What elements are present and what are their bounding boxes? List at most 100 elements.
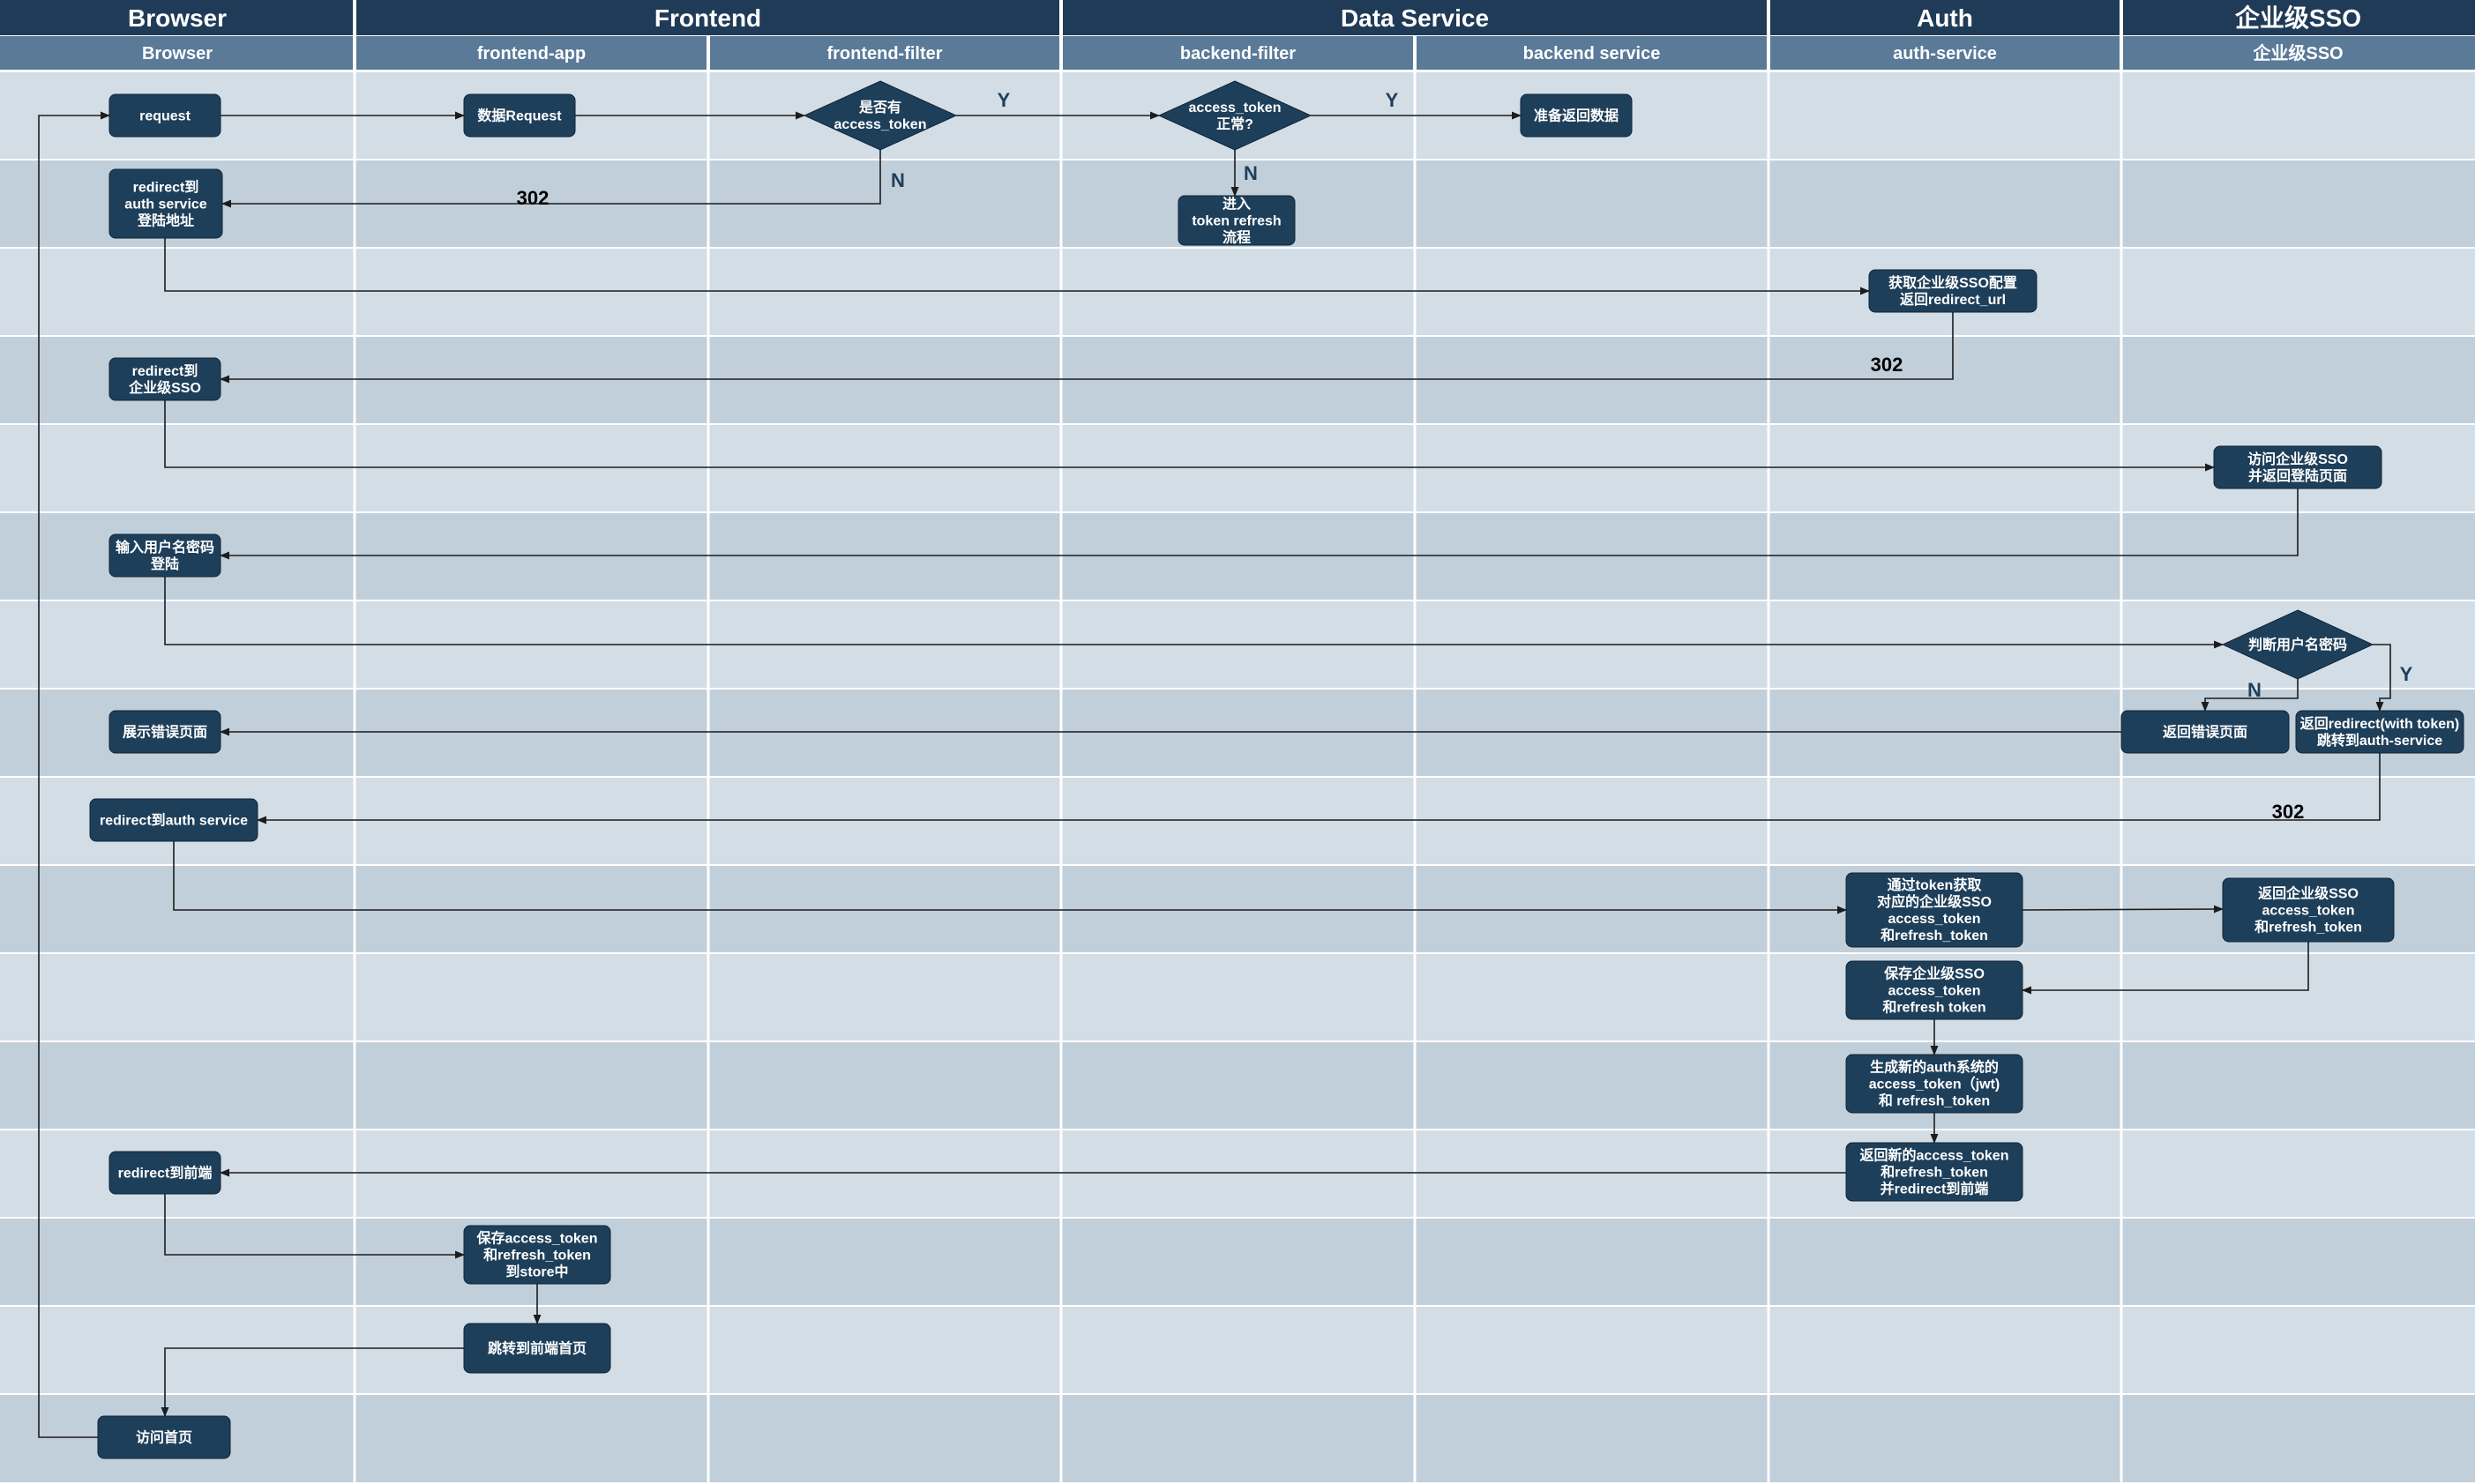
lane-title-backend-filter: backend-filter [1180,44,1296,63]
node-label-line: 对应的企业级SSO [1877,893,1992,910]
group-title-auth: Auth [1917,4,1973,32]
node-label: 访问首页 [136,1429,192,1446]
node-gen-auth-token[interactable]: 生成新的auth系统的 access_token（jwt)和 refresh_to… [1845,1054,2023,1114]
node-input-credentials[interactable]: 输入用户名密码登陆 [108,533,221,578]
node-return-data[interactable]: 准备返回数据 [1520,93,1633,138]
node-goto-home[interactable]: 跳转到前端首页 [463,1323,611,1374]
node-label-line: 返回新的access_token [1860,1147,2009,1164]
node-return-new-token[interactable]: 返回新的access_token 和refresh_token 并redirect到… [1845,1142,2023,1202]
node-label-line: redirect到 [132,363,198,379]
node-redirect-auth[interactable]: redirect到auth service [89,798,258,842]
node-label: 返回新的access_token 和refresh_token 并redirect到… [1860,1147,2009,1197]
group-title-browser: Browser [128,4,227,32]
node-redirect-frontend[interactable]: redirect到前端 [108,1151,221,1195]
swimlane-row-band [0,777,2475,865]
node-label-line: 和refresh_token [483,1247,591,1264]
node-label-line: redirect到 [133,180,199,196]
node-save-store[interactable]: 保存access_token 和refresh_token 到store中 [463,1225,611,1285]
swimlane-row-band [0,1041,2475,1130]
node-label-line: 和refresh_token [2254,919,2362,936]
node-return-sso-token[interactable]: 返回企业级SSO access_token 和refresh_token [2222,877,2395,943]
node-return-error[interactable]: 返回错误页面 [2120,710,2290,754]
node-label-line: 数据Request [477,108,562,124]
node-redirect-auth-login[interactable]: redirect到 auth service 登陆地址 [108,168,223,239]
node-visit-sso[interactable]: 访问企业级SSO 并返回登陆页面 [2213,445,2382,489]
node-label: 跳转到前端首页 [488,1340,587,1357]
http-302-label: 302 [2272,801,2305,823]
node-label-line: 保存企业级SSO [1883,966,1985,982]
node-label-line: 生成新的auth系统的 [1870,1059,1999,1076]
node-label-line: 访问首页 [136,1429,192,1446]
node-label-line: 展示错误页面 [123,724,207,741]
swimlane-row-band [0,1394,2475,1482]
group-title-sso: 企业级SSO [2235,4,2361,32]
no-label: N [1244,162,1258,184]
node-label-line: 通过token获取 [1888,876,1982,893]
http-302-label: 302 [517,187,550,209]
node-save-sso-token[interactable]: 保存企业级SSO access_token 和refresh token [1845,960,2023,1020]
node-label-line: access_token [834,117,927,132]
node-label: 准备返回数据 [1534,108,1619,124]
node-label-line: 保存access_token [476,1230,598,1247]
node-label-line: 登陆 [150,556,179,572]
node-label-line: 是否有 [858,99,901,116]
node-get-sso-token[interactable]: 通过token获取对应的企业级SSO access_token 和refresh_t… [1845,872,2023,948]
lane-title-backend-service: backend service [1523,44,1661,63]
node-label: redirect到auth service [100,813,248,829]
lane-title-sso: 企业级SSO [2252,42,2343,63]
node-label-line: 判断用户名密码 [2248,637,2347,653]
node-label: 保存企业级SSO access_token 和refresh token [1882,966,1985,1016]
no-label: N [891,169,905,191]
node-label-line: 和refresh_token [1881,927,1988,943]
node-label-line: 并redirect到前端 [1881,1181,1989,1197]
node-label-line: redirect到auth service [100,813,248,829]
node-label-line: 和refresh_token [1881,1164,1988,1181]
yes-label: Y [2400,663,2413,685]
node-label-line: access_token（jwt) [1869,1077,2000,1092]
node-show-error[interactable]: 展示错误页面 [108,710,221,754]
node-label-line: access_token [1888,984,1981,999]
node-label-line: access_token [1888,912,1981,927]
swimlane-row-band [0,689,2475,777]
node-request[interactable]: request [108,93,221,138]
no-label: N [2247,679,2262,701]
swimlane-row-band [0,1306,2475,1394]
node-label-line: 跳转到前端首页 [488,1340,587,1357]
edge-auth-to-sso [2022,905,2225,914]
sso-auth-swimlane-diagram: Browser Frontend Data Service Auth 企业级SSO Bro… [0,0,2475,1484]
node-label-line: 访问企业级SSO [2247,451,2348,467]
swimlane-row-band [0,1130,2475,1218]
node-label-line: 企业级SSO [128,379,201,396]
lane-title-frontend-filter: frontend-filter [826,44,942,63]
lane-title-frontend-app: frontend-app [477,44,586,63]
group-title-data: Data Service [1341,4,1489,32]
node-data-request[interactable]: 数据Request [463,93,576,138]
node-label: 返回错误页面 [2163,724,2247,741]
lane-title-browser: Browser [142,44,213,63]
group-title-frontend: Frontend [654,4,761,32]
node-label-line: 到store中 [505,1264,568,1280]
node-label: redirect到前端 [118,1165,213,1182]
node-label-line: auth service [124,198,206,213]
node-label-line: 返回企业级SSO [2258,885,2359,902]
node-get-sso-config[interactable]: 获取企业级SSO配置返回redirect_url [1868,269,2038,313]
node-label-line: request [139,109,191,124]
http-302-label: 302 [1871,354,1903,376]
yes-label: Y [998,89,1011,111]
node-label-line: 流程 [1223,229,1251,246]
node-label-line: 并返回登陆页面 [2248,467,2347,484]
node-label-line: 返回错误页面 [2163,724,2247,741]
node-token-refresh[interactable]: 进入 token refresh 流程 [1178,195,1296,246]
node-label-line: access_token [2262,904,2355,919]
swimlane-row-band [0,1218,2475,1306]
node-redirect-sso[interactable]: redirect到企业级SSO [108,357,221,401]
node-visit-home[interactable]: 访问首页 [97,1415,231,1459]
node-label-line: 返回redirect(with token) [2300,715,2459,732]
node-return-redirect[interactable]: 返回redirect(with token)跳转到auth-service [2295,710,2464,754]
node-label: request [139,109,191,124]
node-label: 数据Request [477,108,562,124]
node-label-line: 和refresh token [1882,999,1985,1016]
lane-title-auth-service: auth-service [1893,44,1997,63]
node-label-line: 获取企业级SSO配置 [1888,274,2017,291]
node-label: 生成新的auth系统的 access_token（jwt)和 refresh_to… [1869,1059,2000,1109]
